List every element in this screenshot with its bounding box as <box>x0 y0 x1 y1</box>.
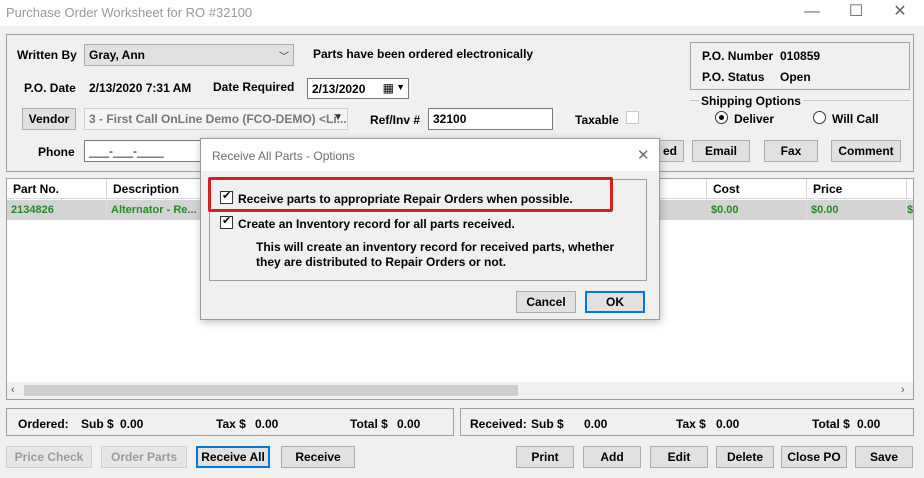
po-status-value: Open <box>780 70 811 84</box>
ordered-message: Parts have been ordered electronically <box>313 47 534 61</box>
ordered-tax-value: 0.00 <box>255 417 279 431</box>
deliver-radio[interactable] <box>715 111 728 124</box>
shipping-options-title: Shipping Options <box>699 94 803 108</box>
ordered-tax-label: Tax $ <box>216 417 246 431</box>
column-header-part-no[interactable]: Part No. <box>7 179 107 199</box>
minimize-icon[interactable]: — <box>792 2 832 24</box>
ref-inv-field[interactable]: 32100 <box>428 108 553 130</box>
po-status-label: P.O. Status <box>702 70 765 84</box>
written-by-value: Gray, Ann <box>89 48 146 62</box>
cell-extra: $ <box>907 204 913 216</box>
close-po-button[interactable]: Close PO <box>781 446 847 468</box>
ref-inv-value: 32100 <box>433 112 467 126</box>
print-button[interactable]: Print <box>516 446 574 468</box>
received-sub-value: 0.00 <box>584 417 608 431</box>
phone-label: Phone <box>38 145 75 159</box>
comment-button[interactable]: Comment <box>831 140 901 162</box>
ordered-total-label: Total $ <box>350 417 388 431</box>
received-total-label: Total $ <box>812 417 850 431</box>
order-parts-button[interactable]: Order Parts <box>101 446 187 468</box>
title-bar: Purchase Order Worksheet for RO #32100 —… <box>0 0 924 26</box>
dialog-ok-button[interactable]: OK <box>585 291 645 313</box>
window-title: Purchase Order Worksheet for RO #32100 <box>6 5 253 20</box>
email-button[interactable]: Email <box>692 140 750 162</box>
scrollbar-thumb[interactable] <box>24 385 518 396</box>
ordered-label: Ordered: <box>18 417 69 431</box>
horizontal-scrollbar[interactable]: ‹ › <box>7 382 913 399</box>
add-button[interactable]: Add <box>583 446 641 468</box>
cell-description: Alternator - Re... <box>107 200 203 220</box>
dropdown-arrow-icon: ▼ <box>333 112 343 123</box>
create-inventory-checkbox[interactable] <box>220 214 233 229</box>
taxable-label: Taxable <box>575 113 619 127</box>
po-number-value: 010859 <box>780 49 821 63</box>
receive-to-ro-label: Receive parts to appropriate Repair Orde… <box>238 192 573 206</box>
ordered-sub-label: Sub $ <box>81 417 114 431</box>
po-date-label: P.O. Date <box>24 81 76 95</box>
close-icon[interactable]: ✕ <box>880 2 920 24</box>
phone-value: ___-___-____ <box>89 144 164 158</box>
receive-to-ro-checkbox[interactable] <box>220 189 233 204</box>
will-call-label: Will Call <box>832 112 879 126</box>
phone-field[interactable]: ___-___-____ <box>84 140 204 162</box>
delete-button[interactable]: Delete <box>716 446 774 468</box>
received-total-value: 0.00 <box>857 417 881 431</box>
received-tax-label: Tax $ <box>676 417 706 431</box>
ordered-sub-value: 0.00 <box>120 417 144 431</box>
will-call-radio[interactable] <box>813 111 826 124</box>
date-required-field[interactable]: 2/13/2020 ▦ ▼ <box>307 78 409 99</box>
dialog-title: Receive All Parts - Options <box>212 149 355 163</box>
dialog-close-icon[interactable]: ✕ <box>637 146 650 164</box>
column-header-cost[interactable]: Cost <box>707 179 807 199</box>
column-header-price[interactable]: Price <box>807 179 907 199</box>
received-label: Received: <box>470 417 527 431</box>
edit-button[interactable]: Edit <box>650 446 708 468</box>
maximize-icon[interactable]: ☐ <box>836 2 876 24</box>
dropdown-arrow-icon[interactable]: ▼ <box>396 82 405 92</box>
cell-price: $0.00 <box>807 200 907 220</box>
cell-cost: $0.00 <box>707 200 807 220</box>
create-inventory-description-2: they are distributed to Repair Orders or… <box>256 255 507 269</box>
ref-inv-label: Ref/Inv # <box>370 113 421 127</box>
receive-button[interactable]: Receive <box>281 446 355 468</box>
deliver-label: Deliver <box>734 112 775 126</box>
price-check-button[interactable]: Price Check <box>6 446 92 468</box>
dialog-title-bar: Receive All Parts - Options ✕ <box>201 139 659 171</box>
scroll-right-icon[interactable]: › <box>901 384 905 396</box>
date-required-value: 2/13/2020 <box>312 82 366 96</box>
create-inventory-description-1: This will create an inventory record for… <box>256 240 615 254</box>
vendor-value: 3 - First Call OnLine Demo (FCO-DEMO) <L… <box>89 112 347 126</box>
vendor-select[interactable]: 3 - First Call OnLine Demo (FCO-DEMO) <L… <box>84 108 348 130</box>
po-number-label: P.O. Number <box>702 49 774 63</box>
fax-button[interactable]: Fax <box>764 140 818 162</box>
calendar-icon[interactable]: ▦ <box>383 81 394 95</box>
scroll-left-icon[interactable]: ‹ <box>11 384 15 396</box>
written-by-label: Written By <box>17 48 77 62</box>
receive-all-options-dialog[interactable]: Receive All Parts - Options ✕ Receive pa… <box>200 138 660 320</box>
written-by-select[interactable]: Gray, Ann ﹀ <box>84 44 294 66</box>
vendor-button[interactable]: Vendor <box>22 108 76 130</box>
received-tax-value: 0.00 <box>716 417 740 431</box>
po-date-value: 2/13/2020 7:31 AM <box>89 81 192 95</box>
save-button[interactable]: Save <box>855 446 913 468</box>
date-required-label: Date Required <box>213 80 295 94</box>
receive-all-button[interactable]: Receive All <box>196 446 270 468</box>
chevron-down-icon: ﹀ <box>279 52 289 63</box>
ordered-total-value: 0.00 <box>397 417 421 431</box>
create-inventory-label: Create an Inventory record for all parts… <box>238 217 515 231</box>
taxable-checkbox[interactable] <box>626 111 639 124</box>
dialog-cancel-button[interactable]: Cancel <box>516 291 576 313</box>
cell-part-no: 2134826 <box>7 200 107 220</box>
received-sub-label: Sub $ <box>531 417 564 431</box>
